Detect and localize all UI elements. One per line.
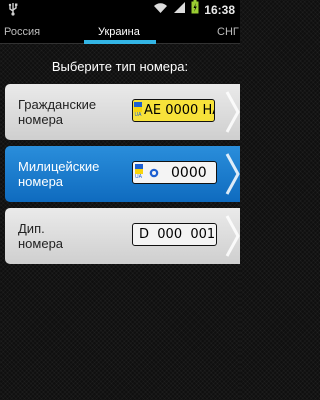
card-police-plates[interactable]: Милицейские номера UA 0000 bbox=[5, 146, 240, 202]
active-tab-indicator bbox=[84, 40, 156, 44]
ua-flag-icon: UA bbox=[134, 101, 142, 120]
wifi-icon bbox=[153, 1, 168, 19]
ua-flag-icon: UA bbox=[134, 163, 143, 182]
status-bar: 16:38 bbox=[0, 0, 240, 19]
plate-civil: UA AE 0000 HA bbox=[132, 99, 215, 122]
card-police-label-line2: номера bbox=[18, 174, 64, 189]
card-police-label: Милицейские номера bbox=[18, 159, 128, 189]
card-diplomatic-label-line2: номера bbox=[18, 236, 64, 251]
card-civil-label-line1: Гражданские bbox=[18, 97, 97, 112]
signal-icon bbox=[173, 1, 186, 19]
plate-diplomatic: D 000 001 bbox=[132, 223, 217, 246]
card-civil-plates[interactable]: Гражданские номера UA AE 0000 HA bbox=[5, 84, 240, 140]
battery-charging-icon bbox=[191, 0, 199, 19]
card-diplomatic-plates[interactable]: Дип. номера D 000 001 bbox=[5, 208, 240, 264]
police-emblem-icon bbox=[149, 168, 159, 178]
plate-police-text: 0000 bbox=[171, 164, 207, 181]
chevron-right-icon bbox=[225, 215, 240, 257]
tab-cis[interactable]: СНГ bbox=[217, 19, 239, 44]
card-diplomatic-label: Дип. номера bbox=[18, 221, 128, 251]
card-civil-label: Гражданские номера bbox=[18, 97, 128, 127]
plate-civil-text: AE 0000 HA bbox=[144, 103, 215, 118]
plate-type-prompt: Выберите тип номера: bbox=[51, 59, 189, 74]
plate-diplomatic-text: D 000 001 bbox=[139, 227, 216, 242]
card-police-label-line1: Милицейские bbox=[18, 159, 100, 174]
plate-police: UA 0000 bbox=[132, 161, 217, 184]
card-diplomatic-label-line1: Дип. bbox=[18, 221, 45, 236]
chevron-right-icon bbox=[225, 153, 240, 195]
chevron-right-icon bbox=[225, 91, 240, 133]
card-civil-label-line2: номера bbox=[18, 112, 64, 127]
tab-russia[interactable]: Россия bbox=[4, 19, 40, 44]
status-clock: 16:38 bbox=[204, 2, 235, 17]
